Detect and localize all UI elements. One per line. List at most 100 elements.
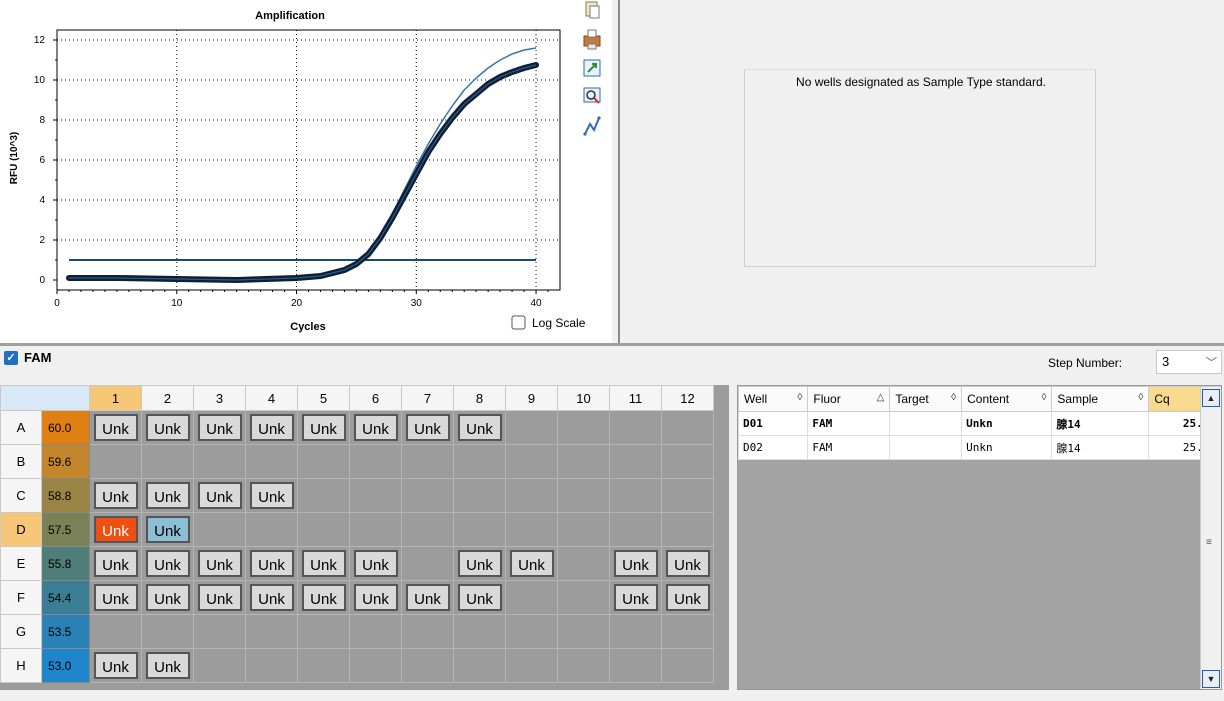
plate-column-header[interactable]: 4 <box>245 385 298 411</box>
plate-well[interactable] <box>661 410 714 445</box>
step-number-select[interactable]: 3 ﹀ <box>1156 350 1222 374</box>
log-scale-checkbox[interactable] <box>511 315 526 330</box>
plate-column-header[interactable]: 2 <box>141 385 194 411</box>
plate-well[interactable]: Unk <box>89 580 142 615</box>
column-header-fluor[interactable]: Fluor △ <box>807 386 891 412</box>
plate-well[interactable]: Unk <box>141 512 194 547</box>
plate-well[interactable] <box>609 444 662 479</box>
plate-well[interactable] <box>193 512 246 547</box>
plate-well[interactable]: Unk <box>609 580 662 615</box>
plate-corner-select-all[interactable] <box>0 385 90 411</box>
plate-well[interactable] <box>401 478 454 513</box>
plate-well[interactable] <box>505 512 558 547</box>
plate-column-header[interactable]: 1 <box>89 385 142 411</box>
table-row[interactable]: D01FAMUnkn腺1425.28 <box>737 411 1221 436</box>
plate-well[interactable] <box>505 614 558 649</box>
plate-well[interactable] <box>401 512 454 547</box>
plate-well[interactable]: Unk <box>401 580 454 615</box>
plate-well[interactable]: Unk <box>349 410 402 445</box>
plate-well[interactable]: Unk <box>661 546 714 581</box>
plate-well[interactable] <box>245 512 298 547</box>
plate-well[interactable] <box>401 546 454 581</box>
plate-well[interactable]: Unk <box>89 410 142 445</box>
plate-well[interactable] <box>505 580 558 615</box>
column-header-content[interactable]: Content ◊ <box>961 386 1053 412</box>
plate-row-header[interactable]: H <box>0 648 42 683</box>
plate-column-header[interactable]: 10 <box>557 385 610 411</box>
plate-well[interactable] <box>401 648 454 683</box>
plate-well[interactable] <box>557 546 610 581</box>
plate-well[interactable] <box>453 614 506 649</box>
plate-well[interactable] <box>661 648 714 683</box>
plate-well[interactable] <box>453 512 506 547</box>
plate-column-header[interactable]: 6 <box>349 385 402 411</box>
plate-well[interactable] <box>609 410 662 445</box>
plate-well[interactable] <box>193 444 246 479</box>
plate-well[interactable] <box>453 478 506 513</box>
plate-well[interactable] <box>89 444 142 479</box>
plate-well[interactable]: Unk <box>297 410 350 445</box>
plate-well[interactable] <box>349 648 402 683</box>
plate-row-header[interactable]: A <box>0 410 42 445</box>
chart-options-icon[interactable] <box>583 116 601 136</box>
plate-well[interactable]: Unk <box>245 410 298 445</box>
plate-well[interactable] <box>557 614 610 649</box>
plate-well[interactable] <box>505 478 558 513</box>
plate-well[interactable]: Unk <box>89 546 142 581</box>
copy-icon[interactable] <box>585 1 600 19</box>
plate-well[interactable]: Unk <box>89 512 142 547</box>
plate-well[interactable]: Unk <box>193 478 246 513</box>
column-header-target[interactable]: Target ◊ <box>889 386 963 412</box>
plate-well[interactable]: Unk <box>349 580 402 615</box>
plate-well[interactable] <box>349 512 402 547</box>
plate-well[interactable]: Unk <box>193 546 246 581</box>
plate-well[interactable] <box>453 444 506 479</box>
plate-well[interactable] <box>349 444 402 479</box>
plate-row-header[interactable]: C <box>0 478 42 513</box>
plate-well[interactable] <box>557 444 610 479</box>
zoom-icon[interactable] <box>583 87 601 104</box>
plate-column-header[interactable]: 5 <box>297 385 350 411</box>
column-header-sample[interactable]: Sample ◊ <box>1051 386 1150 412</box>
print-icon[interactable] <box>583 29 601 50</box>
plate-well[interactable] <box>245 614 298 649</box>
plate-well[interactable]: Unk <box>609 546 662 581</box>
plate-well[interactable] <box>297 512 350 547</box>
amplification-chart[interactable]: Amplification Cycles RFU (10^3) 0 10 20 30 4… <box>0 0 612 343</box>
plate-well[interactable]: Unk <box>297 580 350 615</box>
plate-well[interactable] <box>557 580 610 615</box>
plate-well[interactable] <box>141 614 194 649</box>
plate-column-header[interactable]: 7 <box>401 385 454 411</box>
plate-well[interactable] <box>193 614 246 649</box>
plate-well[interactable]: Unk <box>193 410 246 445</box>
plate-well[interactable]: Unk <box>661 580 714 615</box>
plate-well[interactable] <box>557 410 610 445</box>
sort-icon[interactable]: △ <box>873 392 885 403</box>
plate-row-header[interactable]: F <box>0 580 42 615</box>
plate-well[interactable] <box>141 444 194 479</box>
plate-well[interactable]: Unk <box>245 580 298 615</box>
scroll-up-button[interactable]: ▲ <box>1202 389 1220 407</box>
plate-well[interactable] <box>401 444 454 479</box>
plate-well[interactable]: Unk <box>141 546 194 581</box>
plate-well[interactable]: Unk <box>453 580 506 615</box>
plate-well[interactable]: Unk <box>141 478 194 513</box>
sort-icon[interactable]: ◊ <box>1037 392 1046 403</box>
plate-well[interactable]: Unk <box>245 546 298 581</box>
plate-well[interactable]: Unk <box>141 580 194 615</box>
plate-well[interactable]: Unk <box>89 478 142 513</box>
plate-well[interactable] <box>661 512 714 547</box>
plate-row-header[interactable]: G <box>0 614 42 649</box>
plate-well[interactable] <box>453 648 506 683</box>
plate-well[interactable] <box>297 444 350 479</box>
plate-well[interactable]: Unk <box>245 478 298 513</box>
plate-well[interactable] <box>661 478 714 513</box>
plate-well[interactable]: Unk <box>297 546 350 581</box>
plate-well[interactable] <box>245 444 298 479</box>
plate-well[interactable]: Unk <box>193 580 246 615</box>
plate-row-header[interactable]: D <box>0 512 42 547</box>
plate-row-header[interactable]: E <box>0 546 42 581</box>
fam-checkbox[interactable]: ✓ <box>4 351 18 365</box>
scroll-down-button[interactable]: ▼ <box>1202 670 1220 688</box>
plate-column-header[interactable]: 11 <box>609 385 662 411</box>
